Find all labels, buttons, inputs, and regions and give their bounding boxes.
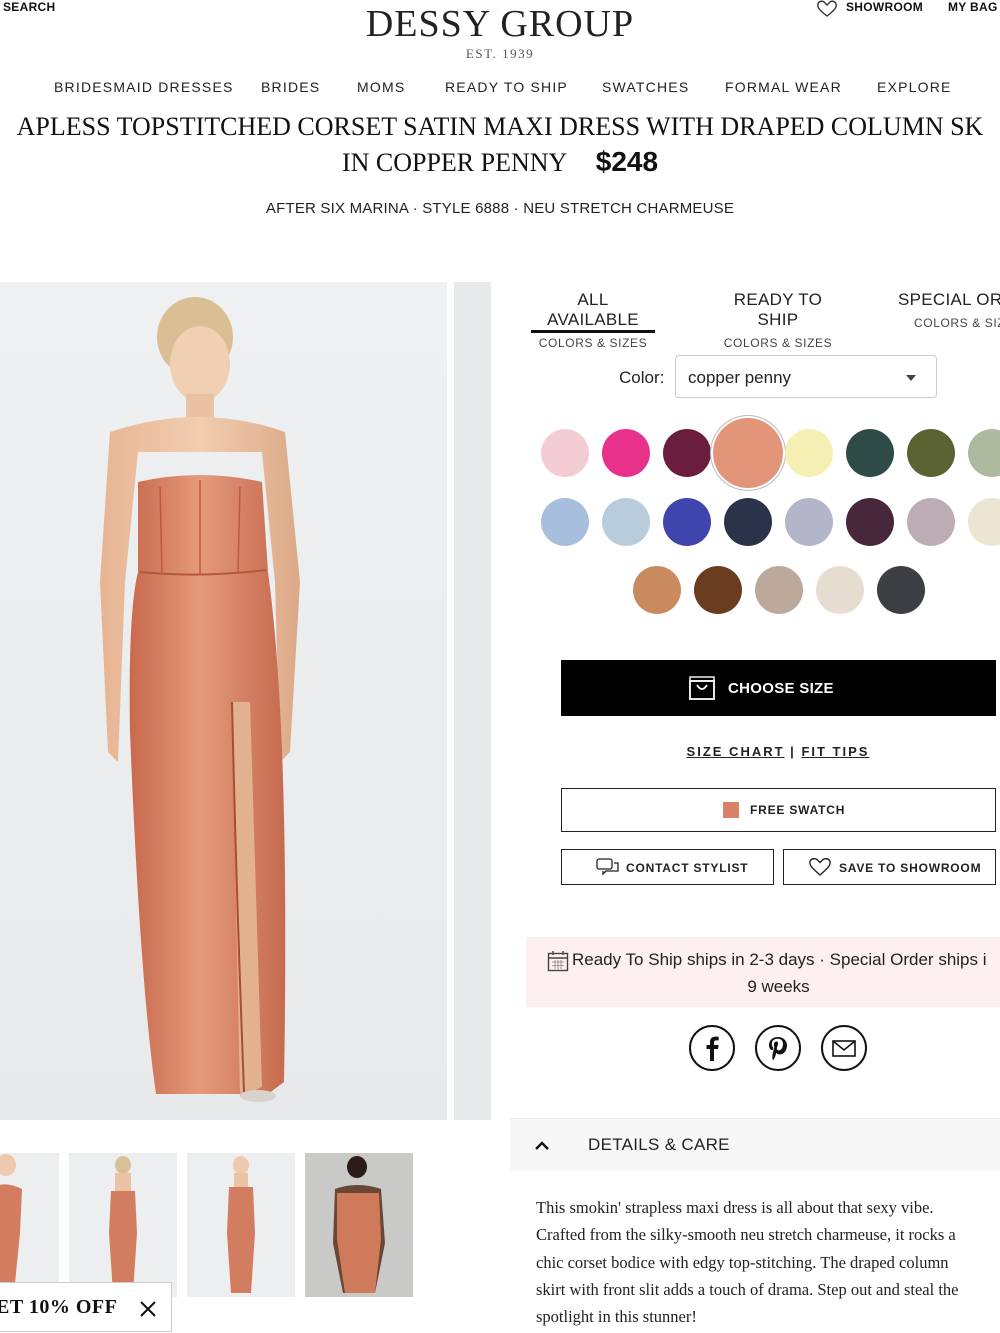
tab-special-order[interactable]: SPECIAL ORI COLORS & SIZ: [898, 290, 1000, 330]
main-product-image[interactable]: [0, 282, 447, 1120]
color-swatch[interactable]: [602, 429, 650, 477]
save-to-showroom-label: SAVE TO SHOWROOM: [839, 861, 982, 875]
choose-size-label: CHOOSE SIZE: [728, 680, 834, 697]
product-color-name: IN COPPER PENNY: [341, 148, 568, 177]
free-swatch-label: FREE SWATCH: [750, 803, 846, 817]
shipping-info-banner: Ready To Ship ships in 2-3 days · Specia…: [526, 937, 1000, 1007]
tab-subtitle: COLORS & SIZ: [914, 316, 1000, 330]
chevron-up-icon: [535, 1141, 549, 1150]
site-logo[interactable]: DESSY GROUP: [0, 2, 1000, 46]
product-price: $248: [595, 146, 659, 177]
color-swatch[interactable]: [907, 498, 955, 546]
description-line: This smokin' strapless maxi dress is all…: [536, 1198, 934, 1217]
color-swatch[interactable]: [907, 429, 955, 477]
color-swatch[interactable]: [663, 498, 711, 546]
nav-ready-to-ship[interactable]: READY TO SHIP: [445, 79, 568, 95]
product-title-line2: IN COPPER PENNY $248: [0, 146, 1000, 178]
pinterest-icon: [769, 1037, 787, 1061]
description-line: spotlight in this stunner!: [536, 1307, 697, 1327]
thumbnail-image: [0, 1154, 22, 1293]
color-swatch[interactable]: [602, 498, 650, 546]
size-links: SIZE CHART | FIT TIPS: [560, 744, 996, 759]
color-swatch[interactable]: [633, 566, 681, 614]
promo-banner[interactable]: ET 10% OFF: [0, 1282, 172, 1332]
facebook-icon: [706, 1036, 719, 1061]
thumbnail-1[interactable]: [0, 1153, 59, 1297]
color-swatch[interactable]: [877, 566, 925, 614]
pinterest-share-button[interactable]: [755, 1025, 801, 1071]
size-chart-link[interactable]: SIZE CHART: [687, 744, 785, 759]
color-swatch[interactable]: [785, 498, 833, 546]
color-swatch[interactable]: [968, 429, 1000, 477]
save-to-showroom-button[interactable]: SAVE TO SHOWROOM: [783, 849, 996, 885]
details-care-header[interactable]: DETAILS & CARE: [510, 1118, 1000, 1171]
color-dropdown[interactable]: copper penny: [675, 355, 937, 398]
thumbnail-2[interactable]: [69, 1153, 177, 1297]
color-swatch[interactable]: [968, 498, 1000, 546]
promo-text: ET 10% OFF: [0, 1296, 118, 1318]
thumbnail-image: [109, 1156, 137, 1293]
heart-icon: [809, 858, 831, 876]
color-swatch[interactable]: [694, 566, 742, 614]
dress-model-illustration: [100, 297, 300, 1102]
swatch-chip-icon: [723, 802, 739, 818]
nav-bridesmaid-dresses[interactable]: BRIDESMAID DRESSES: [54, 79, 234, 95]
fit-tips-link[interactable]: FIT TIPS: [801, 744, 869, 759]
shipping-line-1: Ready To Ship ships in 2-3 days · Specia…: [572, 950, 987, 969]
tab-title: READY TO SHIP: [733, 290, 823, 329]
product-description: This smokin' strapless maxi dress is all…: [536, 1194, 1000, 1330]
color-swatch[interactable]: [816, 566, 864, 614]
color-swatch[interactable]: [541, 429, 589, 477]
color-swatch[interactable]: [846, 498, 894, 546]
calendar-icon: [547, 951, 569, 972]
close-icon[interactable]: [139, 1300, 157, 1318]
link-separator: |: [790, 744, 796, 759]
nav-formal-wear[interactable]: FORMAL WEAR: [725, 79, 842, 95]
thumbnail-image: [227, 1156, 255, 1293]
color-label: Color:: [619, 368, 665, 387]
description-line: skirt with front slit adds a touch of dr…: [536, 1279, 959, 1299]
nav-explore[interactable]: EXPLORE: [877, 79, 952, 95]
details-care-label: DETAILS & CARE: [588, 1135, 730, 1154]
product-subline: AFTER SIX MARINA · STYLE 6888 · NEU STRE…: [265, 200, 735, 217]
nav-brides[interactable]: BRIDES: [261, 79, 320, 95]
logo-est: EST. 1939: [465, 46, 535, 61]
description-line: chic corset bodice with edgy top-stitchi…: [536, 1252, 949, 1272]
color-swatch[interactable]: [724, 498, 772, 546]
shopping-bag-icon: [689, 676, 715, 700]
product-title: APLESS TOPSTITCHED CORSET SATIN MAXI DRE…: [16, 112, 984, 141]
description-line: Crafted from the silky-smooth neu stretc…: [536, 1225, 956, 1245]
color-swatch[interactable]: [846, 429, 894, 477]
active-tab-indicator: [531, 330, 655, 333]
nav-moms[interactable]: MOMS: [357, 79, 405, 95]
color-swatch[interactable]: [541, 498, 589, 546]
side-image-peek[interactable]: [454, 282, 491, 1120]
email-share-button[interactable]: [821, 1025, 867, 1071]
shipping-line-2: 9 weeks: [747, 977, 810, 996]
color-swatch[interactable]: [713, 418, 783, 488]
thumbnail-4[interactable]: [305, 1153, 413, 1297]
chevron-down-icon: [906, 375, 916, 381]
color-swatch[interactable]: [755, 566, 803, 614]
contact-stylist-label: CONTACT STYLIST: [626, 861, 749, 875]
nav-swatches[interactable]: SWATCHES: [602, 79, 689, 95]
color-swatch[interactable]: [785, 429, 833, 477]
tab-title: ALL AVAILABLE: [547, 290, 639, 329]
thumbnail-image: [333, 1156, 385, 1293]
facebook-share-button[interactable]: [689, 1025, 735, 1071]
tab-subtitle: COLORS & SIZES: [538, 336, 648, 350]
color-dropdown-value: copper penny: [688, 368, 792, 387]
color-swatch[interactable]: [663, 429, 711, 477]
contact-stylist-button[interactable]: CONTACT STYLIST: [561, 849, 774, 885]
tab-ready-to-ship[interactable]: READY TO SHIP COLORS & SIZES: [712, 290, 844, 350]
thumbnail-3[interactable]: [187, 1153, 295, 1297]
tab-title: SPECIAL ORI: [898, 290, 1000, 309]
free-swatch-button[interactable]: FREE SWATCH: [561, 788, 996, 832]
chat-bubbles-icon: [596, 858, 619, 876]
tab-all-available[interactable]: ALL AVAILABLE COLORS & SIZES: [531, 290, 655, 350]
choose-size-button[interactable]: CHOOSE SIZE: [561, 660, 996, 716]
envelope-icon: [832, 1040, 856, 1057]
tab-subtitle: COLORS & SIZES: [723, 336, 833, 350]
